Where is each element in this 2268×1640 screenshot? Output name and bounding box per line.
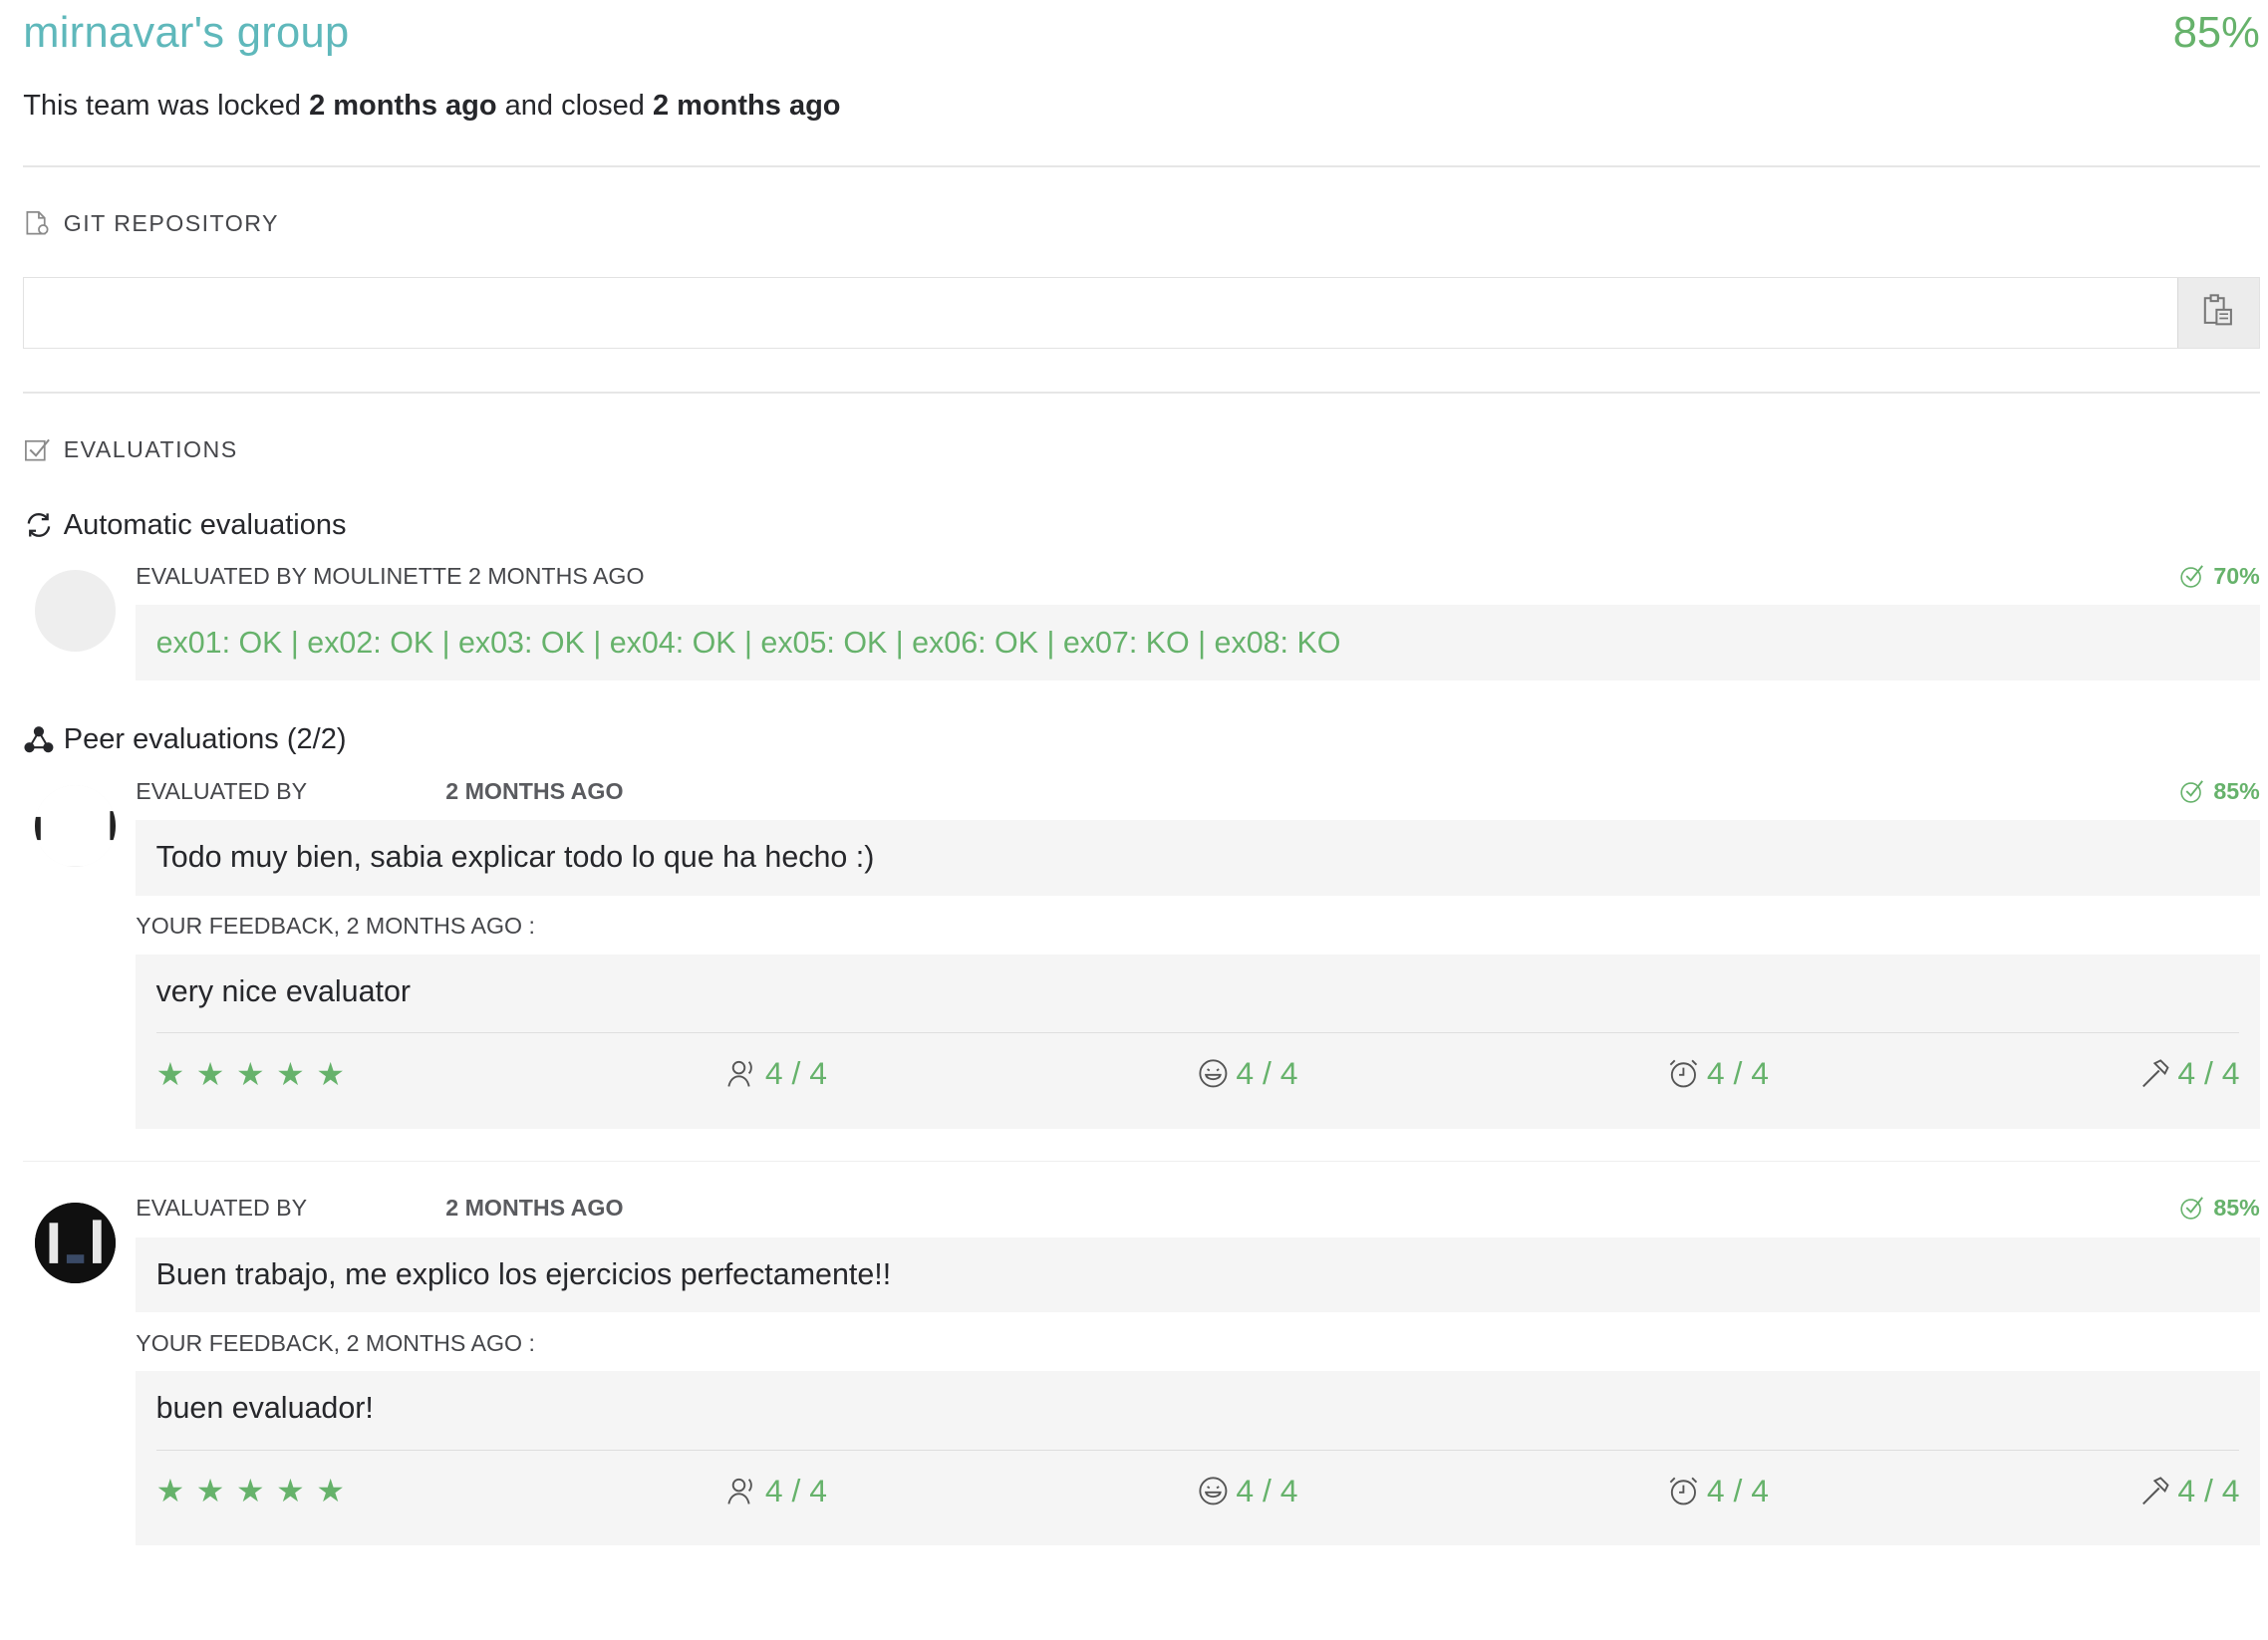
star-icon: ★ <box>155 1055 185 1092</box>
feedback-label: YOUR FEEDBACK, 2 MONTHS AGO : <box>136 913 535 940</box>
rating-friendly: 4 / 4 <box>1196 1055 1297 1092</box>
git-url-input[interactable] <box>32 283 2154 342</box>
clipboard-icon <box>2199 291 2237 335</box>
feedback-ratings: ★ ★ ★ ★ ★ 4 / 4 4 / 4 4 / 4 4 / 4 <box>156 1033 2240 1114</box>
team-page: mirnavar's group 85% This team was locke… <box>23 0 2268 1546</box>
alarm-clock-icon <box>1669 1477 1698 1505</box>
evaluation-ago: 2 MONTHS AGO <box>445 1195 624 1222</box>
star-icon: ★ <box>155 1473 185 1509</box>
network-icon <box>23 724 55 756</box>
evaluator-comment: Todo muy bien, sabia explicar todo lo qu… <box>136 820 2260 896</box>
refresh-icon <box>23 509 55 541</box>
automatic-evaluations-label: Automatic evaluations <box>63 508 347 541</box>
rating-punctuality: 4 / 4 <box>1666 1055 1769 1092</box>
evaluated-by-label: EVALUATED BY <box>136 777 308 804</box>
feedback-box: buen evaluador! ★ ★ ★ ★ ★ 4 / 4 4 / 4 4 … <box>136 1371 2260 1546</box>
rating-friendly: 4 / 4 <box>1196 1473 1297 1509</box>
automatic-evaluation: EVALUATED BY MOULINETTE 2 MONTHS AGO 70%… <box>23 559 2260 681</box>
star-icon: ★ <box>316 1055 345 1092</box>
avatar[interactable] <box>34 785 116 867</box>
star-icon: ★ <box>316 1473 345 1509</box>
automatic-result: ex01: OK | ex02: OK | ex03: OK | ex04: O… <box>136 605 2260 681</box>
check-icon <box>2179 565 2203 588</box>
evaluated-by-label: EVALUATED BY <box>136 1195 308 1222</box>
avatar <box>34 570 116 652</box>
star-icon: ★ <box>276 1055 305 1092</box>
speaker-icon <box>727 1061 753 1087</box>
status-prefix: This team was locked <box>23 89 302 122</box>
team-title[interactable]: mirnavar's group <box>23 9 349 58</box>
evaluations-section-header: EVALUATIONS <box>23 433 2260 465</box>
peer-evaluation: EVALUATED BY 2 MONTHS AGO 85% Buen traba… <box>23 1191 2260 1546</box>
divider <box>23 392 2260 394</box>
evaluation-score: 85% <box>2179 1195 2260 1222</box>
peer-evaluations-label: Peer evaluations (2/2) <box>63 723 347 756</box>
peer-evaluations-title: Peer evaluations (2/2) <box>23 723 2260 756</box>
evaluator-comment: Buen trabajo, me explico los ejercicios … <box>136 1236 2260 1313</box>
rating-rigorous: 4 / 4 <box>2137 1473 2239 1509</box>
star-rating: ★ ★ ★ ★ ★ <box>156 1055 357 1093</box>
feedback-box: very nice evaluator ★ ★ ★ ★ ★ 4 / 4 4 / … <box>136 954 2260 1129</box>
git-section-header: GIT REPOSITORY <box>23 207 2260 239</box>
team-header: mirnavar's group 85% <box>23 0 2260 81</box>
rating-interested: 4 / 4 <box>724 1473 827 1509</box>
star-icon: ★ <box>276 1473 305 1509</box>
feedback-label: YOUR FEEDBACK, 2 MONTHS AGO : <box>136 1329 535 1356</box>
feedback-text: very nice evaluator <box>155 974 2240 1034</box>
hammer-icon <box>2141 1476 2169 1504</box>
git-repository-field <box>23 276 2260 349</box>
status-middle: and closed <box>504 89 645 122</box>
smile-icon <box>1199 1477 1228 1505</box>
star-icon: ★ <box>195 1055 225 1092</box>
divider <box>23 1160 2260 1163</box>
locked-ago: 2 months ago <box>309 89 497 122</box>
evaluation-score: 70% <box>2179 563 2260 590</box>
copy-button[interactable] <box>2176 277 2259 348</box>
star-icon: ★ <box>235 1055 265 1092</box>
team-grade: 85% <box>2172 8 2260 57</box>
star-icon: ★ <box>235 1473 265 1509</box>
team-status: This team was locked 2 months ago and cl… <box>23 90 2260 123</box>
peer-evaluation: EVALUATED BY 2 MONTHS AGO 85% Todo muy b… <box>23 774 2260 1129</box>
alarm-clock-icon <box>1669 1059 1698 1088</box>
star-icon: ★ <box>195 1473 225 1509</box>
hammer-icon <box>2141 1059 2169 1088</box>
automatic-evaluations-title: Automatic evaluations <box>23 509 2260 542</box>
divider <box>23 165 2260 167</box>
check-icon <box>2179 780 2203 803</box>
star-rating: ★ ★ ★ ★ ★ <box>156 1472 357 1509</box>
speaker-icon <box>727 1478 753 1504</box>
checkbox-icon <box>23 433 55 465</box>
feedback-ratings: ★ ★ ★ ★ ★ 4 / 4 4 / 4 4 / 4 4 / 4 <box>156 1451 2240 1531</box>
rating-rigorous: 4 / 4 <box>2137 1055 2239 1092</box>
evaluation-ago: 2 MONTHS AGO <box>445 777 624 804</box>
check-icon <box>2179 1197 2203 1221</box>
rating-punctuality: 4 / 4 <box>1666 1473 1769 1509</box>
evaluation-score: 85% <box>2179 778 2260 805</box>
feedback-text: buen evaluador! <box>155 1391 2240 1451</box>
git-section-title: GIT REPOSITORY <box>63 209 279 236</box>
closed-ago: 2 months ago <box>653 89 841 122</box>
smile-icon <box>1199 1059 1228 1088</box>
avatar[interactable] <box>34 1202 116 1283</box>
evaluated-by: EVALUATED BY MOULINETTE 2 MONTHS AGO <box>136 562 645 589</box>
evaluations-section-title: EVALUATIONS <box>63 435 238 462</box>
file-icon <box>23 207 55 239</box>
rating-interested: 4 / 4 <box>724 1055 827 1092</box>
